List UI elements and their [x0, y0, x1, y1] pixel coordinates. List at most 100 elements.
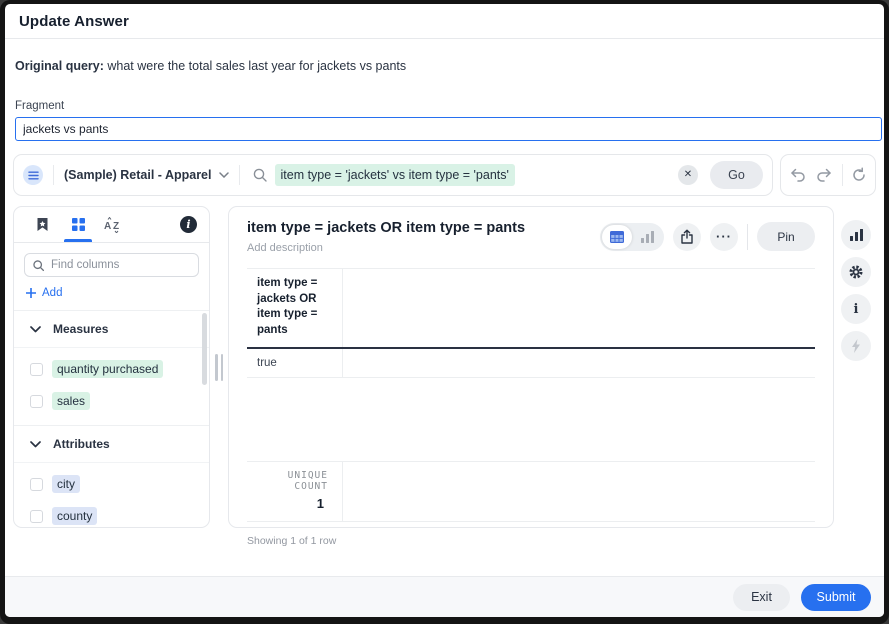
svg-text:A: A	[104, 221, 111, 232]
divider	[747, 224, 748, 250]
query-section: Original query: what were the total sale…	[5, 39, 884, 141]
grid-icon	[72, 218, 85, 231]
sidebar-tabs: AZ i	[14, 207, 209, 243]
tab-saved-columns[interactable]	[26, 207, 58, 242]
row-count-text: Showing 1 of 1 row	[247, 535, 815, 559]
column-label: city	[52, 475, 80, 493]
find-columns-input[interactable]	[51, 259, 181, 271]
dialog-titlebar: Update Answer	[5, 4, 884, 39]
original-query-label: Original query:	[15, 59, 104, 73]
bar-chart-icon	[641, 231, 654, 243]
view-toggle	[600, 223, 664, 251]
datasource-name: (Sample) Retail - Apparel	[64, 168, 212, 182]
datasource-selector[interactable]: (Sample) Retail - Apparel	[64, 168, 229, 182]
table-view-button[interactable]	[602, 225, 632, 249]
tab-sort-az[interactable]: AZ	[98, 207, 130, 242]
table-header-cell[interactable]: item type = jackets OR item type = pants	[247, 269, 343, 347]
search-row: (Sample) Retail - Apparel item type = 'j…	[13, 154, 876, 196]
table-header-row: item type = jackets OR item type = pants	[247, 268, 815, 349]
divider	[53, 165, 54, 185]
table-cell-empty	[343, 349, 815, 377]
checkbox[interactable]	[30, 363, 43, 376]
sidebar-scrollbar[interactable]	[202, 313, 207, 385]
content-area: AZ i Add Measures	[13, 206, 876, 528]
gear-icon	[848, 264, 864, 280]
answer-toolbar: ··· Pin	[600, 222, 815, 251]
fragment-label: Fragment	[15, 100, 874, 112]
history-bar	[780, 154, 876, 196]
chart-view-button[interactable]	[632, 225, 662, 249]
info-icon: i	[854, 302, 859, 317]
reset-button[interactable]	[849, 165, 869, 185]
share-button[interactable]	[673, 223, 701, 251]
checkbox[interactable]	[30, 478, 43, 491]
find-columns-box	[24, 253, 199, 277]
attributes-items: city county item type	[14, 462, 209, 528]
datasource-menu-icon[interactable]	[23, 165, 43, 185]
divider	[239, 165, 240, 185]
checkbox[interactable]	[30, 395, 43, 408]
query-token[interactable]: item type = 'jackets' vs item type = 'pa…	[275, 164, 515, 186]
column-item-quantity-purchased[interactable]: quantity purchased	[14, 353, 209, 385]
right-rail: i	[836, 206, 876, 528]
redo-button[interactable]	[814, 166, 835, 185]
more-options-button[interactable]: ···	[710, 223, 738, 251]
add-column-button[interactable]: Add	[26, 287, 62, 310]
chevron-down-icon	[30, 441, 41, 448]
go-button[interactable]: Go	[710, 161, 763, 189]
panel-resize-handle[interactable]	[210, 206, 228, 528]
pin-button[interactable]: Pin	[757, 222, 815, 251]
window-frame: Update Answer Original query: what were …	[0, 0, 889, 624]
column-item-sales[interactable]: sales	[14, 385, 209, 417]
measures-label: Measures	[53, 322, 108, 336]
summary-label: UNIQUE COUNT	[257, 470, 328, 492]
attributes-header[interactable]: Attributes	[14, 426, 209, 462]
update-answer-dialog: Update Answer Original query: what were …	[5, 4, 884, 617]
checkbox[interactable]	[30, 510, 43, 523]
add-description[interactable]: Add description	[247, 242, 525, 254]
chart-config-button[interactable]	[841, 220, 871, 250]
column-label: quantity purchased	[52, 360, 163, 378]
settings-button[interactable]	[841, 257, 871, 287]
chevron-down-icon	[219, 172, 229, 178]
answer-header: item type = jackets OR item type = pants…	[247, 220, 815, 254]
fragment-input[interactable]	[15, 117, 882, 141]
column-item-county[interactable]: county	[14, 500, 209, 528]
column-label: county	[52, 507, 97, 525]
attributes-label: Attributes	[53, 437, 110, 451]
original-query: Original query: what were the total sale…	[15, 59, 874, 73]
bar-chart-icon	[850, 229, 863, 241]
measures-section: Measures quantity purchased sales	[14, 310, 209, 425]
search-bar: (Sample) Retail - Apparel item type = 'j…	[13, 154, 773, 196]
chevron-down-icon	[30, 326, 41, 333]
table-filler	[247, 378, 815, 462]
original-query-text: what were the total sales last year for …	[104, 59, 406, 73]
svg-text:Z: Z	[113, 221, 119, 232]
columns-sidebar: AZ i Add Measures	[13, 206, 210, 528]
answer-title: item type = jackets OR item type = pants	[247, 220, 525, 236]
exit-button[interactable]: Exit	[733, 584, 790, 611]
search-icon	[252, 167, 268, 183]
measures-header[interactable]: Measures	[14, 311, 209, 347]
tab-all-columns[interactable]	[62, 207, 94, 242]
summary-cell-empty	[343, 462, 815, 521]
plus-icon	[26, 288, 36, 298]
table-icon	[610, 231, 624, 243]
spotiq-button[interactable]	[841, 331, 871, 361]
bookmark-icon	[36, 217, 49, 232]
details-info-button[interactable]: i	[841, 294, 871, 324]
summary-cell[interactable]: UNIQUE COUNT 1	[247, 462, 343, 521]
sidebar-info-icon[interactable]: i	[180, 216, 197, 233]
submit-button[interactable]: Submit	[801, 584, 871, 611]
attributes-section: Attributes city county ite	[14, 425, 209, 528]
column-item-city[interactable]: city	[14, 468, 209, 500]
clear-search-button[interactable]: ✕	[678, 165, 698, 185]
table-cell[interactable]: true	[247, 349, 343, 377]
undo-button[interactable]	[787, 166, 808, 185]
table-row: true	[247, 349, 815, 378]
divider	[842, 164, 843, 186]
reset-icon	[851, 167, 867, 183]
table-header-empty	[343, 269, 815, 347]
dialog-title: Update Answer	[19, 13, 129, 30]
measures-items: quantity purchased sales	[14, 347, 209, 425]
